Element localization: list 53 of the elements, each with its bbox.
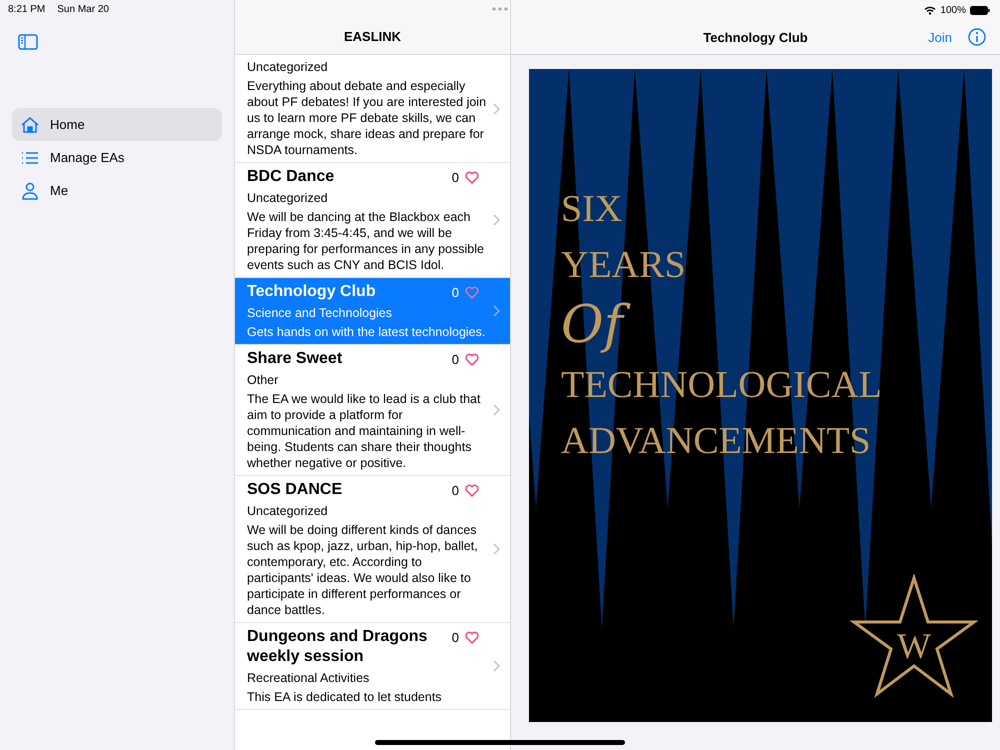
detail-title: Technology Club [703,30,808,44]
sidebar-item[interactable]: Me [12,174,222,207]
club-description: The EA we would like to lead is a club that aim to provide a platform for communication and maintaining in well-being. Students can share their thoughts whether negative or positive. [247,391,482,471]
info-icon[interactable] [968,28,986,46]
battery-percent: 100% [940,4,966,16]
poster-heading: TECHNOLOGICAL [561,363,882,408]
club-category: Uncategorized [247,190,329,206]
wifi-icon [924,6,936,14]
like-count: 0 [452,630,459,645]
heart-icon[interactable] [465,353,479,366]
club-title: Share Sweet [247,349,342,369]
club-title: Technology Club [247,282,376,302]
sidebar-toggle-icon[interactable] [18,34,38,50]
like-count: 0 [452,483,459,498]
chevron-icon [493,214,500,226]
club-title: SOS DANCE [247,480,342,500]
heart-icon[interactable] [465,171,479,184]
club-category: Uncategorized [247,503,329,519]
club-description: This EA is dedicated to let students [247,689,443,705]
status-time: 8:21 PM [8,4,46,16]
chevron-icon [493,660,500,672]
list-title: EASLINK [344,29,402,44]
club-description: We will be doing different kinds of dances such as kpop, jazz, urban, hip-hop, ballet, contemporary, etc. According to participants' ideas. We would also like to participate in different performances or dance battles. [247,522,479,618]
heart-icon[interactable] [465,484,479,497]
club-category: Science and Technologies [247,305,394,321]
like-count: 0 [452,352,459,367]
like-count: 0 [452,285,459,300]
club-row[interactable]: Technology Club 0 Science and Technologies Gets hands on with the latest technologies. [235,278,510,345]
home-icon [20,114,40,134]
person-icon [20,180,40,200]
club-category: Other [247,372,280,388]
chevron-icon [493,305,500,317]
club-category: Uncategorized [247,59,329,75]
chevron-icon [493,543,500,555]
club-title: BDC Dance [247,167,334,187]
club-description: Everything about debate and especially about PF debates! If you are interested join us to learn more PF debate skills, we can arrange mock, share ideas and prepare for NSDA tournaments. [247,78,488,158]
chevron-icon [493,102,500,114]
club-description: Gets hands on with the latest technologies. [247,324,486,340]
club-title: Dungeons and Dragons weekly session [247,627,428,667]
emblem-letter: W [897,625,931,667]
status-date: Sun Mar 20 [57,4,109,16]
club-category: Recreational Activities [247,670,370,686]
poster-heading: ADVANCEMENTS [561,419,871,464]
star-icon [850,574,978,698]
club-description: We will be dancing at the Blackbox each Friday from 3:45-4:45, and we will be preparing for performances in any possible events such as CNY and BCIS Idol. [247,209,485,273]
sidebar-item[interactable]: Manage EAs [12,141,222,174]
more-icon[interactable] [492,7,508,11]
chevron-icon [493,404,500,416]
heart-icon[interactable] [465,631,479,644]
join-button[interactable]: Join [928,30,952,44]
sidebar-item[interactable]: Home [12,108,222,141]
battery-icon [970,6,990,14]
like-count: 0 [452,170,459,185]
